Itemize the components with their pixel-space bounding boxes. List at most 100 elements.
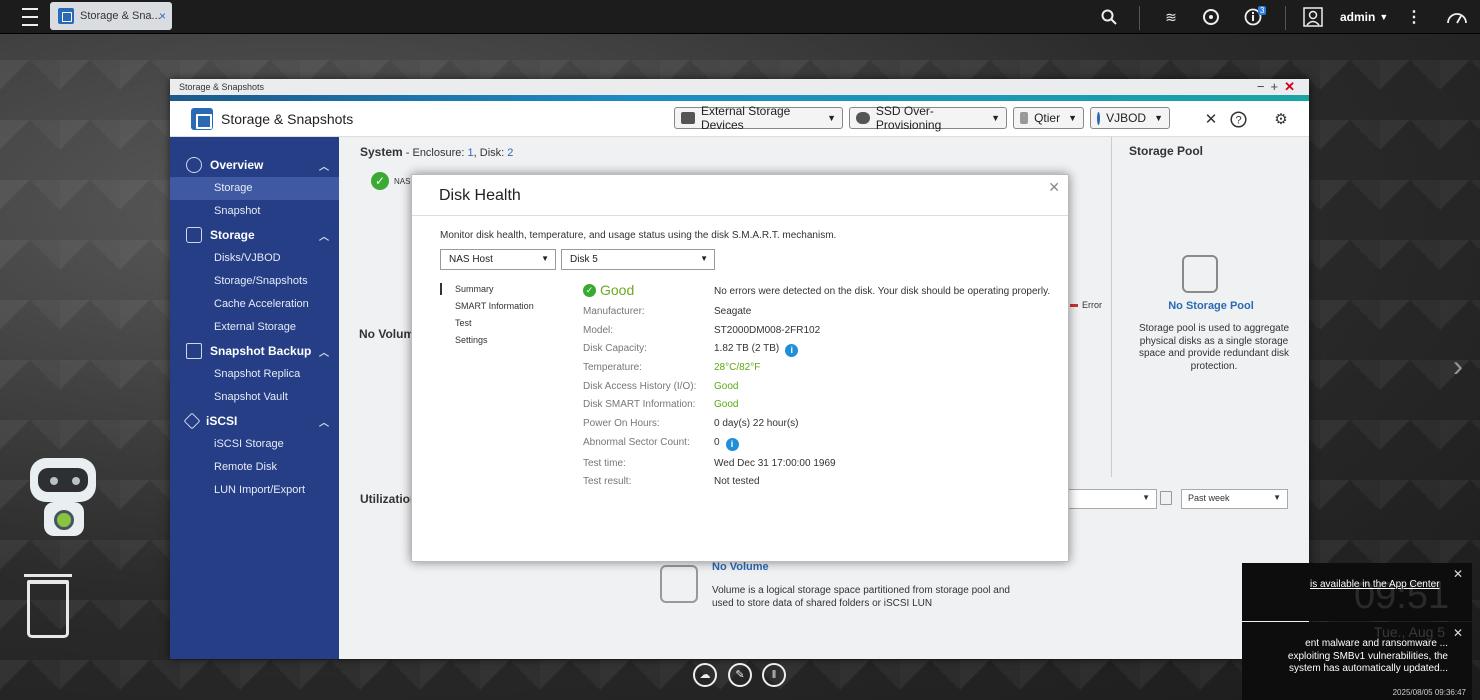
sidebar-item-snapshot-replica[interactable]: Snapshot Replica bbox=[170, 363, 339, 386]
menu-icon[interactable] bbox=[16, 0, 44, 34]
recycle-bin-icon[interactable] bbox=[24, 574, 72, 638]
row-value-wrap: 1.82 TB (2 TB) i bbox=[714, 343, 964, 358]
help-icon[interactable]: ? bbox=[1228, 109, 1248, 129]
error-legend: Error bbox=[1070, 300, 1102, 310]
sidebar-item-storage-snapshots[interactable]: Storage/Snapshots bbox=[170, 270, 339, 293]
disk-select[interactable]: Disk 5 ▼ bbox=[561, 249, 715, 270]
sidebar-section-storage[interactable]: Storage ︿ bbox=[170, 223, 339, 247]
user-icon[interactable] bbox=[1302, 0, 1324, 34]
disk-select-value: Disk 5 bbox=[570, 254, 598, 265]
row-label: Disk SMART Information: bbox=[583, 399, 696, 411]
info-icon[interactable]: i bbox=[725, 437, 739, 451]
row-value[interactable]: Good bbox=[714, 399, 964, 410]
sidebar-item-disks-vjbod[interactable]: Disks/VJBOD bbox=[170, 247, 339, 270]
row-value-wrap: 0i bbox=[714, 437, 964, 451]
row-label: Model: bbox=[583, 324, 614, 336]
nav-test[interactable]: Test bbox=[440, 317, 534, 334]
close-icon[interactable]: ✕ bbox=[1453, 626, 1463, 640]
taskbar-tab-storage[interactable]: Storage & Sna... × bbox=[50, 2, 172, 30]
sidebar-item-remote-disk[interactable]: Remote Disk bbox=[170, 456, 339, 479]
ssd-over-provisioning-button[interactable]: SSD Over-Provisioning ▼ bbox=[849, 104, 1007, 132]
storage-pool-panel: Storage Pool No Storage Pool Storage poo… bbox=[1111, 137, 1309, 477]
external-storage-devices-button[interactable]: External Storage Devices ▼ bbox=[674, 104, 843, 132]
disk-count[interactable]: 2 bbox=[507, 147, 513, 159]
vjbod-button[interactable]: VJBOD ▼ bbox=[1090, 107, 1170, 129]
nav-settings[interactable]: Settings bbox=[440, 334, 534, 351]
sidebar-item-cache-acceleration[interactable]: Cache Acceleration bbox=[170, 293, 339, 316]
sidebar-item-external-storage[interactable]: External Storage bbox=[170, 316, 339, 339]
row-label: Disk Access History (I/O): bbox=[583, 380, 697, 392]
system-heading: System - Enclosure: 1, Disk: 2 bbox=[360, 145, 513, 159]
caret-down-icon: ▼ bbox=[1154, 113, 1163, 123]
storage-icon bbox=[186, 227, 202, 243]
section-label: Overview bbox=[210, 158, 264, 172]
close-window-icon[interactable]: ✕ bbox=[1284, 79, 1301, 94]
add-volume-icon[interactable] bbox=[660, 565, 698, 603]
close-icon[interactable]: ✕ bbox=[1048, 179, 1060, 196]
dock-columns-icon[interactable]: ‖ bbox=[762, 663, 786, 687]
window-titlebar[interactable]: Storage & Snapshots −+✕ bbox=[170, 79, 1309, 95]
next-page-arrow-icon[interactable]: › bbox=[1453, 350, 1463, 384]
helpdesk-robot-icon[interactable] bbox=[22, 458, 106, 550]
user-name: admin bbox=[1340, 10, 1376, 24]
row-value: Seagate bbox=[714, 306, 752, 317]
notification-badge: 3 bbox=[1258, 6, 1267, 15]
add-storage-pool-icon[interactable] bbox=[1182, 255, 1218, 293]
sidebar: Overview ︿ Storage Snapshot Storage ︿ Di… bbox=[170, 137, 339, 659]
period-value: Past week bbox=[1188, 493, 1230, 503]
tasks-icon[interactable]: ≋ bbox=[1160, 0, 1182, 34]
no-volume-link[interactable]: No Volume bbox=[712, 561, 769, 573]
close-icon[interactable]: × bbox=[159, 9, 166, 23]
notification-app-center[interactable]: 09:51 is available in the App Center ✕ bbox=[1242, 563, 1472, 621]
row-label: Power On Hours: bbox=[583, 418, 660, 430]
qtier-button[interactable]: Qtier ▼ bbox=[1013, 107, 1084, 129]
sidebar-item-storage[interactable]: Storage bbox=[170, 177, 339, 200]
button-label: Qtier bbox=[1034, 111, 1061, 125]
system-label: System bbox=[360, 145, 403, 159]
delete-icon[interactable] bbox=[1160, 491, 1172, 505]
period-select[interactable]: Past week ▼ bbox=[1181, 489, 1288, 509]
notification-text[interactable]: is available in the App Center bbox=[1310, 579, 1440, 590]
more-icon[interactable]: ⋮ bbox=[1404, 0, 1424, 34]
notification-security[interactable]: Tue., Aug 5 ent malware and ransomware .… bbox=[1242, 622, 1472, 700]
qtier-icon bbox=[1020, 112, 1029, 124]
storage-pool-description: Storage pool is used to aggregate physic… bbox=[1138, 323, 1290, 372]
user-menu[interactable]: admin ▼ bbox=[1340, 0, 1388, 34]
utilization-select[interactable]: ▼ bbox=[1059, 489, 1157, 509]
settings-gear-icon[interactable]: ⚙ bbox=[1271, 109, 1291, 129]
row-value: 0 bbox=[714, 436, 720, 448]
sidebar-item-snapshot-vault[interactable]: Snapshot Vault bbox=[170, 386, 339, 409]
dock-cloud-icon[interactable]: ☁ bbox=[693, 663, 717, 687]
info-icon[interactable]: i bbox=[785, 344, 799, 358]
nas-label: NAS bbox=[394, 177, 411, 186]
sidebar-section-snapshot-backup[interactable]: Snapshot Backup ︿ bbox=[170, 339, 339, 363]
row-value: ST2000DM008-2FR102 bbox=[714, 324, 821, 336]
chevron-up-icon: ︿ bbox=[319, 161, 329, 173]
nav-summary[interactable]: Summary bbox=[440, 283, 534, 300]
tools-icon[interactable]: ✕ bbox=[1201, 109, 1221, 129]
caret-down-icon: ▼ bbox=[991, 113, 1000, 123]
chevron-up-icon: ︿ bbox=[319, 417, 329, 429]
chevron-up-icon: ︿ bbox=[319, 347, 329, 359]
sidebar-item-snapshot[interactable]: Snapshot bbox=[170, 200, 339, 223]
button-label: VJBOD bbox=[1106, 111, 1147, 125]
sidebar-item-iscsi-storage[interactable]: iSCSI Storage bbox=[170, 433, 339, 456]
dashboard-icon[interactable] bbox=[1444, 0, 1470, 34]
sidebar-section-overview[interactable]: Overview ︿ bbox=[170, 153, 339, 177]
host-select[interactable]: NAS Host ▼ bbox=[440, 249, 556, 270]
dock-tools-icon[interactable]: ✎ bbox=[728, 663, 752, 687]
sidebar-section-iscsi[interactable]: iSCSI ︿ bbox=[170, 409, 339, 433]
minimize-icon[interactable]: − bbox=[1257, 79, 1271, 94]
sync-icon[interactable] bbox=[1200, 0, 1222, 34]
caret-down-icon: ▼ bbox=[827, 113, 836, 123]
nav-smart-information[interactable]: SMART Information bbox=[440, 300, 534, 317]
no-storage-pool-link[interactable]: No Storage Pool bbox=[1112, 300, 1310, 312]
overview-icon bbox=[186, 157, 202, 173]
section-label: Snapshot Backup bbox=[210, 344, 312, 358]
close-icon[interactable]: ✕ bbox=[1453, 567, 1463, 581]
row-value[interactable]: Good bbox=[714, 381, 964, 392]
maximize-icon[interactable]: + bbox=[1271, 79, 1285, 94]
row-label: Manufacturer: bbox=[583, 306, 645, 317]
search-icon[interactable] bbox=[1098, 0, 1120, 34]
sidebar-item-lun-import-export[interactable]: LUN Import/Export bbox=[170, 479, 339, 502]
